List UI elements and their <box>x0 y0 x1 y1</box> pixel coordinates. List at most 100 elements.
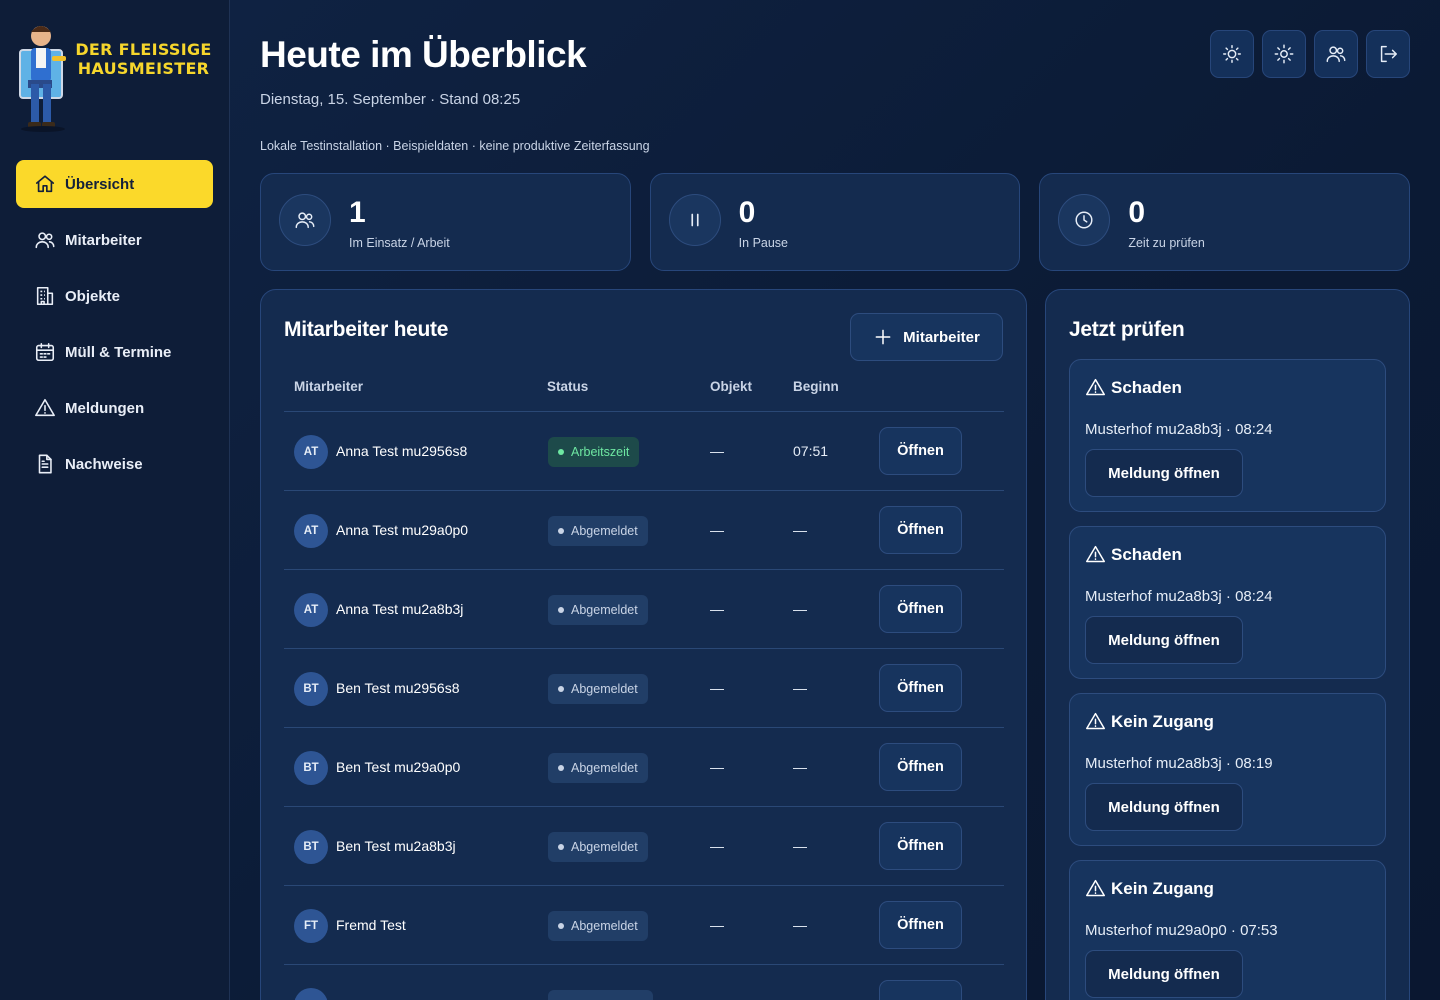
status-label: Abgemeldet <box>571 603 638 617</box>
status-badge: Abgemeldet <box>548 516 648 546</box>
status-badge: Abgemeldet <box>548 911 648 941</box>
sidebar-item-meldungen[interactable]: Meldungen <box>16 384 213 432</box>
employees-table: AT Anna Test mu2956s8 Arbeitszeit — 07:5… <box>284 411 1004 1000</box>
open-report-button[interactable]: Meldung öffnen <box>1085 950 1243 998</box>
brightness-button[interactable] <box>1262 30 1306 78</box>
stat-value: 1 <box>349 196 366 229</box>
light-theme-button[interactable] <box>1210 30 1254 78</box>
stat-label: In Pause <box>738 236 789 250</box>
page-subtitle: Dienstag, 15. September · Stand 08:25 <box>260 91 521 108</box>
stat-icon-circle <box>1058 194 1111 246</box>
sidebar: DER FLEISSIGE HAUSMEISTER Übersicht Mita… <box>0 0 230 1000</box>
table-row: AT Anna Test mu29a0p0 Abgemeldet — — Öff… <box>284 490 1004 569</box>
stat-value: 0 <box>738 196 756 229</box>
avatar: FT <box>294 909 328 943</box>
report-card: Schaden Musterhof mu2a8b3j · 08:24 Meldu… <box>1069 526 1386 679</box>
sidebar-nav: Übersicht Mitarbeiter Objekte Müll & Ter… <box>16 160 213 496</box>
users-icon <box>35 232 55 249</box>
report-header: Schaden <box>1085 377 1182 398</box>
open-employee-button[interactable]: Öffnen <box>879 822 962 870</box>
open-employee-button[interactable]: Öffnen <box>879 427 962 475</box>
status-dot-icon <box>558 844 564 850</box>
object-cell: — <box>710 759 724 775</box>
sidebar-item-uebersicht[interactable]: Übersicht <box>16 160 213 208</box>
stat-card-working: 1 Im Einsatz / Arbeit <box>260 173 631 271</box>
open-report-button[interactable]: Meldung öffnen <box>1085 449 1243 497</box>
object-cell: — <box>710 443 724 459</box>
building-icon <box>36 286 54 306</box>
status-label: Arbeitszeit <box>571 445 630 459</box>
avatar: AT <box>294 593 328 627</box>
stat-value: 0 <box>1128 196 1146 229</box>
open-report-button[interactable]: Meldung öffnen <box>1085 783 1243 831</box>
begin-cell: — <box>793 917 807 933</box>
begin-cell: — <box>793 759 807 775</box>
employee-name: Ben Test mu29a0p0 <box>336 759 461 775</box>
clock-icon <box>1075 211 1093 229</box>
brand-logo[interactable]: DER FLEISSIGE HAUSMEISTER <box>14 22 219 132</box>
avatar: AT <box>294 514 328 548</box>
pause-icon <box>691 213 699 227</box>
warning-icon <box>1086 879 1105 897</box>
logout-button[interactable] <box>1366 30 1410 78</box>
users-icon <box>295 212 315 229</box>
status-label: Abgemeldet <box>571 919 638 933</box>
calendar-icon <box>35 342 55 362</box>
stat-icon-circle <box>668 194 721 246</box>
main-content: Heute im Überblick Dienstag, 15. Septemb… <box>230 0 1440 1000</box>
employee-name: Anna Test mu2956s8 <box>336 443 468 459</box>
open-employee-button[interactable]: Öffnen <box>879 901 962 949</box>
sidebar-item-label: Mitarbeiter <box>65 231 142 249</box>
open-employee-button[interactable]: Öffnen <box>879 585 962 633</box>
report-meta: Musterhof mu2a8b3j · 08:24 <box>1085 421 1273 438</box>
status-dot-icon <box>558 686 564 692</box>
installation-note: Lokale Testinstallation · Beispieldaten … <box>260 139 650 153</box>
column-header-begin: Beginn <box>793 379 839 394</box>
report-meta: Musterhof mu29a0p0 · 07:53 <box>1085 922 1278 939</box>
users-button[interactable] <box>1314 30 1358 78</box>
sidebar-item-label: Objekte <box>65 287 121 305</box>
object-cell: — <box>710 522 724 538</box>
brand-line-2: HAUSMEISTER <box>77 59 210 78</box>
status-label: Abgemeldet <box>571 840 638 854</box>
column-header-object: Objekt <box>710 379 753 394</box>
open-report-button[interactable]: Meldung öffnen <box>1085 616 1243 664</box>
document-icon <box>38 454 52 474</box>
employees-panel: Mitarbeiter heute Mitarbeiter Mitarbeite… <box>260 289 1027 1000</box>
open-employee-button[interactable]: Öffnen <box>879 664 962 712</box>
header-actions <box>1210 30 1410 78</box>
janitor-mascot-icon <box>19 26 66 132</box>
object-cell: — <box>710 838 724 854</box>
report-meta: Musterhof mu2a8b3j · 08:24 <box>1085 588 1273 605</box>
object-cell: — <box>710 917 724 933</box>
add-employee-button[interactable]: Mitarbeiter <box>850 313 1003 361</box>
table-row: BT Ben Test mu2956s8 Abgemeldet — — Öffn… <box>284 648 1004 727</box>
home-icon <box>35 175 55 193</box>
report-type: Schaden <box>1111 544 1182 564</box>
table-row: BT Ben Test mu2a8b3j Abgemeldet — — Öffn… <box>284 806 1004 885</box>
brand-name: DER FLEISSIGE HAUSMEISTER <box>66 40 221 78</box>
status-badge: Abgemeldet <box>548 595 648 625</box>
sidebar-item-mitarbeiter[interactable]: Mitarbeiter <box>16 216 213 264</box>
open-employee-button[interactable]: Öffnen <box>879 506 962 554</box>
sidebar-item-nachweise[interactable]: Nachweise <box>16 440 213 488</box>
review-title: Jetzt prüfen <box>1069 318 1185 341</box>
object-cell: — <box>710 680 724 696</box>
sidebar-item-objekte[interactable]: Objekte <box>16 272 213 320</box>
sidebar-item-muell-termine[interactable]: Müll & Termine <box>16 328 213 376</box>
open-employee-button[interactable] <box>879 980 962 1000</box>
warning-icon <box>1086 712 1105 730</box>
status-badge: Abgemeldet <box>548 674 648 704</box>
begin-cell: — <box>793 601 807 617</box>
warning-icon <box>1086 378 1105 396</box>
open-employee-button[interactable]: Öffnen <box>879 743 962 791</box>
sidebar-item-label: Übersicht <box>65 175 135 193</box>
employee-name: Anna Test mu29a0p0 <box>336 522 469 538</box>
review-panel: Jetzt prüfen Schaden Musterhof mu2a8b3j … <box>1045 289 1410 1000</box>
page-title: Heute im Überblick <box>260 34 587 75</box>
column-header-status: Status <box>547 379 589 394</box>
sun-icon <box>1223 45 1241 63</box>
stat-card-review-time: 0 Zeit zu prüfen <box>1039 173 1411 271</box>
begin-cell: — <box>793 838 807 854</box>
employees-title: Mitarbeiter heute <box>284 318 449 341</box>
